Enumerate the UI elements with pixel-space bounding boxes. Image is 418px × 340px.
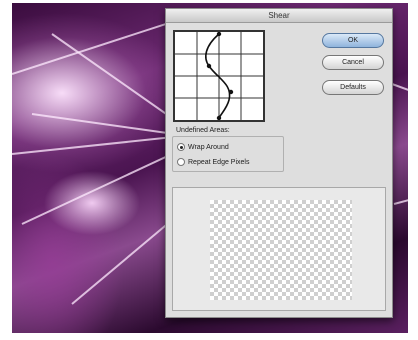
- light-ray: [21, 151, 177, 225]
- cancel-button[interactable]: Cancel: [322, 55, 384, 70]
- wrap-around-option[interactable]: Wrap Around: [177, 141, 229, 153]
- screenshot-frame: Shear OK Cancel Defaults Undefined Areas…: [0, 0, 418, 340]
- repeat-edge-pixels-option[interactable]: Repeat Edge Pixels: [177, 156, 249, 168]
- defaults-button[interactable]: Defaults: [322, 80, 384, 95]
- wrap-around-label: Wrap Around: [188, 143, 229, 151]
- light-ray: [51, 33, 184, 127]
- shear-dialog: Shear OK Cancel Defaults Undefined Areas…: [165, 8, 393, 318]
- ok-button[interactable]: OK: [322, 33, 384, 48]
- shear-curve-editor[interactable]: [173, 30, 265, 122]
- light-ray: [393, 192, 408, 205]
- preview-area: [172, 187, 386, 311]
- shear-grid: [175, 32, 263, 120]
- light-ray: [391, 83, 408, 99]
- wrap-around-radio[interactable]: [177, 143, 185, 151]
- transparency-preview: [210, 200, 352, 300]
- repeat-edge-pixels-radio[interactable]: [177, 158, 185, 166]
- undefined-areas-label: Undefined Areas:: [176, 127, 230, 134]
- curve-point[interactable]: [216, 115, 222, 120]
- curve-point[interactable]: [228, 89, 234, 95]
- dialog-title: Shear: [166, 9, 392, 23]
- repeat-edge-pixels-label: Repeat Edge Pixels: [188, 158, 250, 166]
- undefined-areas-group: Wrap Around Repeat Edge Pixels: [172, 136, 284, 172]
- curve-point[interactable]: [216, 32, 222, 37]
- curve-point[interactable]: [206, 63, 212, 69]
